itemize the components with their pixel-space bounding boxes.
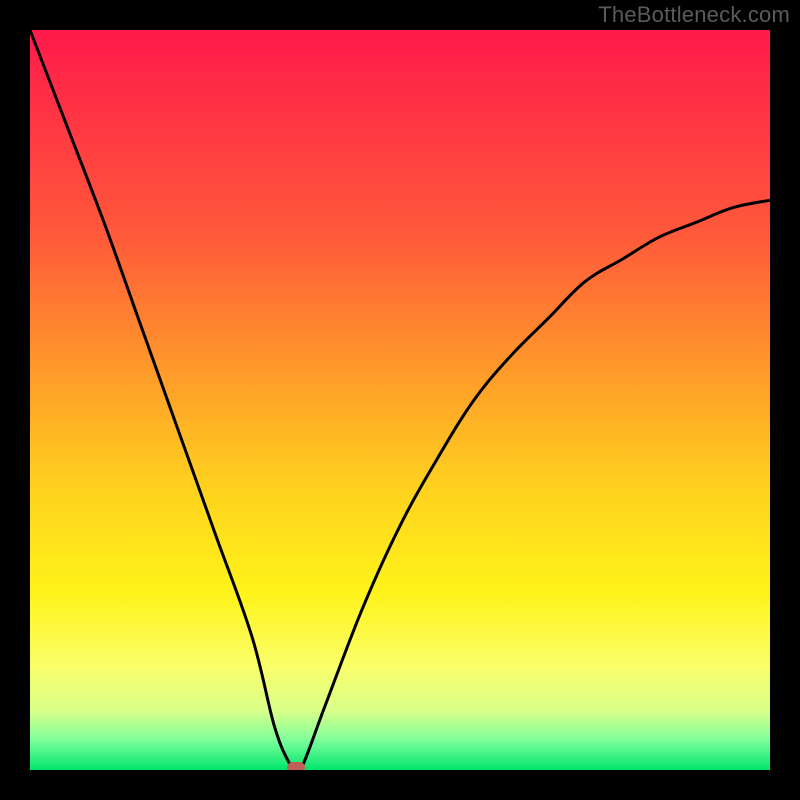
watermark-text: TheBottleneck.com <box>598 2 790 28</box>
curve-svg <box>30 30 770 770</box>
bottleneck-curve <box>30 30 770 770</box>
minimum-marker <box>287 762 305 770</box>
plot-area <box>30 30 770 770</box>
chart-frame: TheBottleneck.com <box>0 0 800 800</box>
